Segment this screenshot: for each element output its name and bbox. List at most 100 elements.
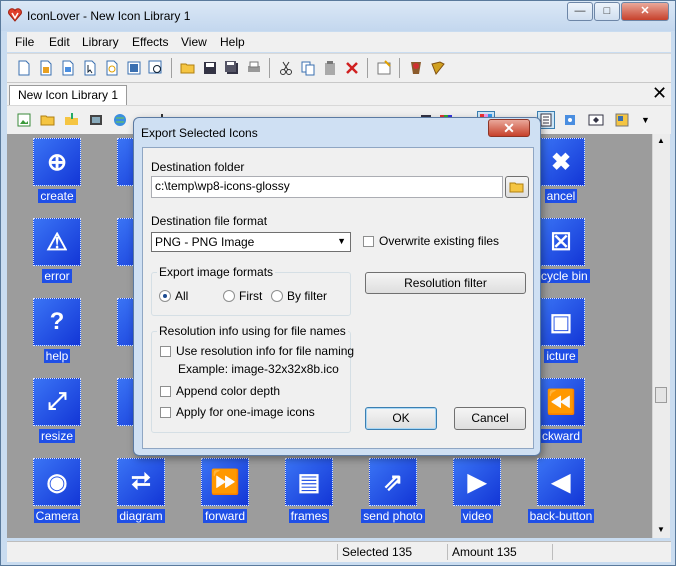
- cut-icon[interactable]: [277, 59, 295, 77]
- open-folder-icon[interactable]: [179, 59, 197, 77]
- icon-label: help: [43, 349, 71, 363]
- icon-label: back-button: [527, 509, 595, 523]
- icon-tile[interactable]: ▤ frames: [267, 454, 351, 534]
- new-icon-icon[interactable]: [37, 59, 55, 77]
- menu-library[interactable]: Library: [82, 35, 119, 49]
- apply-one-image-label: Apply for one-image icons: [176, 405, 315, 419]
- status-amount: Amount 135: [447, 544, 552, 560]
- new-library-icon[interactable]: [125, 59, 143, 77]
- icon-label: icture: [544, 349, 578, 363]
- use-resolution-info-checkbox[interactable]: [160, 346, 171, 357]
- append-color-depth-checkbox[interactable]: [160, 386, 171, 397]
- menu-bar: File Edit Library Effects View Help: [7, 32, 671, 52]
- icon-tile[interactable]: ◀ back-button: [519, 454, 603, 534]
- browse-folder-button[interactable]: [505, 176, 529, 198]
- export-formats-title: Export image formats: [157, 265, 276, 279]
- add-image-icon[interactable]: [15, 111, 33, 129]
- scroll-up-icon[interactable]: ▲: [657, 136, 665, 145]
- apply-one-image-checkbox[interactable]: [160, 407, 171, 418]
- new-document-icon[interactable]: [15, 59, 33, 77]
- save-all-icon[interactable]: [223, 59, 241, 77]
- radio-by-filter-label: By filter: [287, 289, 328, 303]
- toolbar-separator: [171, 58, 172, 78]
- ok-button[interactable]: OK: [365, 407, 437, 430]
- dialog-body: Destination folder c:\temp\wp8-icons-glo…: [142, 147, 534, 449]
- new-animated-cursor-icon[interactable]: [103, 59, 121, 77]
- vertical-scrollbar[interactable]: ▲ ▼: [652, 134, 670, 538]
- save-icon[interactable]: [201, 59, 219, 77]
- cancel-button[interactable]: Cancel: [454, 407, 526, 430]
- tab-new-icon-library[interactable]: New Icon Library 1: [9, 85, 128, 105]
- icon-thumbnail: ?: [33, 298, 81, 346]
- icon-label: resize: [38, 429, 75, 443]
- resource-extract-icon[interactable]: [407, 59, 425, 77]
- destination-folder-input[interactable]: c:\temp\wp8-icons-glossy: [151, 176, 503, 198]
- icon-thumbnail: ▶: [453, 458, 501, 506]
- menu-file[interactable]: File: [15, 35, 34, 49]
- new-image-icon[interactable]: [59, 59, 77, 77]
- icon-tile[interactable]: ⇗ send photo: [351, 454, 435, 534]
- icon-tile[interactable]: ⮂ diagram: [99, 454, 183, 534]
- help-book-icon[interactable]: [429, 59, 447, 77]
- icon-label: ckward: [539, 429, 582, 443]
- radio-all-label: All: [175, 289, 189, 303]
- new-cursor-icon[interactable]: [81, 59, 99, 77]
- radio-all[interactable]: [159, 290, 171, 302]
- menu-edit[interactable]: Edit: [49, 35, 70, 49]
- menu-view[interactable]: View: [181, 35, 207, 49]
- icon-thumbnail: ⤢: [33, 378, 81, 426]
- resolution-info-title: Resolution info using for file names: [157, 324, 348, 338]
- menu-help[interactable]: Help: [220, 35, 245, 49]
- print-icon[interactable]: [245, 59, 263, 77]
- main-toolbar: [7, 53, 671, 82]
- icon-thumbnail: ☒: [537, 218, 585, 266]
- dialog-close-button[interactable]: ✕: [488, 119, 530, 137]
- image-options-icon[interactable]: [613, 111, 631, 129]
- preview-icon[interactable]: [587, 111, 605, 129]
- file-format-select[interactable]: PNG - PNG Image ▼: [151, 232, 351, 252]
- properties-icon[interactable]: [375, 59, 393, 77]
- menu-effects[interactable]: Effects: [132, 35, 168, 49]
- status-empty: [552, 544, 667, 560]
- settings-icon[interactable]: [561, 111, 579, 129]
- icon-label: forward: [202, 509, 247, 523]
- delete-icon[interactable]: [343, 59, 361, 77]
- import-icon[interactable]: [63, 111, 81, 129]
- icon-tile[interactable]: ▶ video: [435, 454, 519, 534]
- scroll-down-icon[interactable]: ▼: [657, 525, 665, 534]
- icon-tile[interactable]: ⏩ forward: [183, 454, 267, 534]
- use-resolution-info-label: Use resolution info for file naming: [176, 344, 355, 358]
- maximize-button[interactable]: □: [594, 2, 620, 21]
- icon-label: send photo: [361, 509, 425, 523]
- icon-thumbnail: ✖: [537, 138, 585, 186]
- radio-by-filter[interactable]: [271, 290, 283, 302]
- folder-icon: [509, 182, 524, 193]
- icon-tile[interactable]: ⊕ create: [15, 134, 99, 214]
- web-icon[interactable]: [111, 111, 129, 129]
- resolution-filter-button[interactable]: Resolution filter: [365, 272, 526, 294]
- scroll-thumb[interactable]: [655, 387, 667, 403]
- icon-label: frames: [288, 509, 330, 523]
- close-window-button[interactable]: ✕: [621, 2, 669, 21]
- icon-tile[interactable]: ? help: [15, 294, 99, 374]
- status-bar: Selected 135 Amount 135: [7, 541, 671, 562]
- icon-tile[interactable]: ◉ Camera: [15, 454, 99, 534]
- paste-icon[interactable]: [321, 59, 339, 77]
- title-bar[interactable]: IconLover - New Icon Library 1 — □ ✕: [1, 1, 675, 31]
- close-tab-icon[interactable]: ✕: [652, 84, 667, 102]
- icon-label: ancel: [544, 189, 578, 203]
- chevron-down-icon[interactable]: ▼: [641, 115, 650, 125]
- overwrite-checkbox[interactable]: [363, 236, 374, 247]
- export-dialog: Export Selected Icons ✕ Destination fold…: [133, 117, 541, 456]
- icon-thumbnail: ◉: [33, 458, 81, 506]
- icon-thumbnail: ⇗: [369, 458, 417, 506]
- radio-first[interactable]: [223, 290, 235, 302]
- add-folder-icon[interactable]: [39, 111, 57, 129]
- icon-tile[interactable]: ⚠ error: [15, 214, 99, 294]
- copy-icon[interactable]: [299, 59, 317, 77]
- new-library-search-icon[interactable]: [147, 59, 165, 77]
- extract-icon[interactable]: [87, 111, 105, 129]
- iconlover-logo-icon: [8, 8, 22, 22]
- icon-tile[interactable]: ⤢ resize: [15, 374, 99, 454]
- minimize-button[interactable]: —: [567, 2, 593, 21]
